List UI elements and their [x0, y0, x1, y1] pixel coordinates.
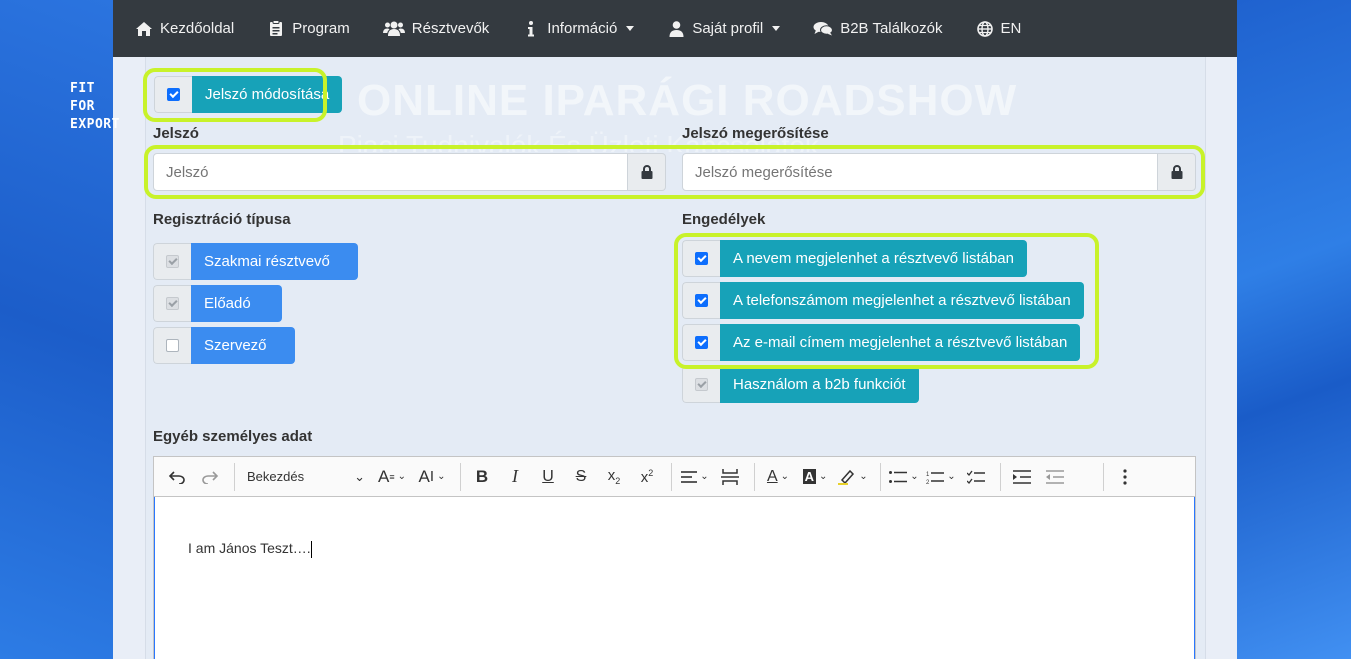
registration-checkbox-speaker[interactable] — [166, 297, 179, 310]
permission-checkbox-email[interactable] — [695, 336, 708, 349]
nav-profile-dropdown[interactable]: Saját profil — [667, 20, 781, 38]
registration-checkbox-organizer[interactable] — [166, 339, 179, 352]
nav-info-label: Információ — [547, 20, 618, 37]
chevron-down-icon: ⌄ — [354, 468, 365, 484]
password-input-group — [153, 153, 666, 191]
highlight-icon[interactable]: ⌄ — [835, 462, 871, 492]
permissions-label: Engedélyek — [682, 211, 766, 228]
chevron-down-icon — [626, 26, 635, 31]
clipboard-icon — [267, 20, 285, 38]
password-confirm-input-group — [682, 153, 1196, 191]
align-left-icon[interactable]: ⌄ — [678, 462, 712, 492]
permission-option-b2b[interactable]: Használom a b2b funkciót — [682, 366, 919, 403]
password-input[interactable] — [153, 153, 628, 191]
chevron-down-icon — [772, 26, 781, 31]
background-right — [1237, 0, 1351, 659]
todo-list-icon[interactable] — [961, 462, 991, 492]
password-change-toggle[interactable]: Jelszó módosítása — [154, 76, 343, 113]
editor-content-area[interactable]: I am János Teszt…. — [154, 497, 1195, 659]
font-family-icon[interactable]: A I ⌄ — [413, 462, 451, 492]
lock-icon — [628, 153, 666, 191]
nav-b2b[interactable]: B2B Találkozók — [813, 20, 943, 38]
text-cursor — [310, 540, 312, 558]
registration-label-professional: Szakmai résztvevő — [191, 243, 358, 280]
nav-participants[interactable]: Résztvevők — [382, 20, 490, 38]
permission-label-phone: A telefonszámom megjelenhet a résztvevő … — [720, 282, 1084, 319]
globe-icon — [976, 20, 994, 38]
paragraph-style-dropdown[interactable]: Bekezdés ⌄ — [241, 462, 371, 492]
more-options-icon[interactable] — [1110, 462, 1140, 492]
registration-label-organizer: Szervező — [191, 327, 295, 364]
permission-checkbox-phone[interactable] — [695, 294, 708, 307]
nav-b2b-label: B2B Találkozók — [840, 20, 943, 37]
subscript-icon[interactable]: x2 — [599, 462, 629, 492]
editor-toolbar: Bekezdés ⌄ A ≡ ⌄ A I ⌄ B I U S x2 x2 ⌄ A ⌄ A ⌄… — [154, 457, 1195, 497]
nav-program-label: Program — [292, 20, 350, 37]
password-change-label: Jelszó módosítása — [192, 76, 343, 113]
registration-label-speaker: Előadó — [191, 285, 282, 322]
svg-text:1: 1 — [926, 472, 930, 478]
other-data-label: Egyéb személyes adat — [153, 428, 313, 445]
background-color-icon[interactable]: A ⌄ — [798, 462, 832, 492]
registration-option-organizer[interactable]: Szervező — [153, 327, 295, 364]
password-confirm-label: Jelszó megerősítése — [682, 125, 829, 142]
rich-text-editor: Bekezdés ⌄ A ≡ ⌄ A I ⌄ B I U S x2 x2 ⌄ A ⌄ A ⌄… — [153, 456, 1196, 659]
bulleted-list-icon[interactable]: ⌄ — [887, 462, 921, 492]
outdent-icon[interactable] — [1040, 462, 1070, 492]
indent-icon[interactable] — [1007, 462, 1037, 492]
registration-checkbox-professional[interactable] — [166, 255, 179, 268]
underline-icon[interactable]: U — [533, 462, 563, 492]
password-label: Jelszó — [153, 125, 199, 142]
password-confirm-input[interactable] — [682, 153, 1158, 191]
permission-option-name[interactable]: A nevem megjelenhet a résztvevő listában — [682, 240, 1027, 277]
bold-icon[interactable]: B — [467, 462, 497, 492]
nav-participants-label: Résztvevők — [411, 20, 490, 37]
lock-icon — [1158, 153, 1196, 191]
nav-program[interactable]: Program — [267, 20, 350, 38]
nav-language[interactable]: EN — [976, 20, 1022, 38]
top-navbar: Kezdőoldal Program Résztvevők Információ… — [113, 0, 1237, 57]
fit-for-export-logo: FIT FOR EXPORT — [70, 81, 120, 132]
password-change-checkbox[interactable] — [167, 88, 180, 101]
undo-icon[interactable] — [162, 462, 192, 492]
permission-checkbox-b2b[interactable] — [695, 378, 708, 391]
nav-home-label: Kezdőoldal — [160, 20, 235, 37]
font-size-icon[interactable]: A ≡ ⌄ — [374, 462, 410, 492]
home-icon — [135, 20, 153, 38]
users-icon — [382, 20, 405, 38]
nav-language-label: EN — [1000, 20, 1022, 37]
nav-profile-label: Saját profil — [692, 20, 764, 37]
banner-title: ONLINE IPARÁGI ROADSHOW — [357, 76, 1018, 125]
editor-text: I am János Teszt…. — [188, 540, 312, 558]
info-icon — [522, 20, 540, 38]
user-icon — [667, 20, 685, 38]
redo-icon[interactable] — [195, 462, 225, 492]
comments-icon — [813, 20, 834, 38]
permission-option-email[interactable]: Az e-mail címem megjelenhet a résztvevő … — [682, 324, 1081, 361]
permission-label-email: Az e-mail címem megjelenhet a résztvevő … — [720, 324, 1081, 361]
registration-option-speaker[interactable]: Előadó — [153, 285, 282, 322]
svg-text:2: 2 — [926, 480, 930, 484]
permission-label-name: A nevem megjelenhet a résztvevő listában — [720, 240, 1027, 277]
nav-home[interactable]: Kezdőoldal — [135, 20, 234, 38]
registration-option-professional[interactable]: Szakmai résztvevő — [153, 243, 358, 280]
nav-info-dropdown[interactable]: Információ — [522, 20, 635, 38]
permission-checkbox-name[interactable] — [695, 252, 708, 265]
font-color-icon[interactable]: A ⌄ — [761, 462, 795, 492]
strikethrough-icon[interactable]: S — [566, 462, 596, 492]
superscript-icon[interactable]: x2 — [632, 462, 662, 492]
page-break-icon[interactable] — [715, 462, 745, 492]
permission-label-b2b: Használom a b2b funkciót — [720, 366, 919, 403]
registration-type-label: Regisztráció típusa — [153, 211, 291, 228]
italic-icon[interactable]: I — [500, 462, 530, 492]
paragraph-style-value: Bekezdés — [247, 469, 305, 484]
permission-option-phone[interactable]: A telefonszámom megjelenhet a résztvevő … — [682, 282, 1084, 319]
numbered-list-icon[interactable]: 1 2 ⌄ — [924, 462, 958, 492]
